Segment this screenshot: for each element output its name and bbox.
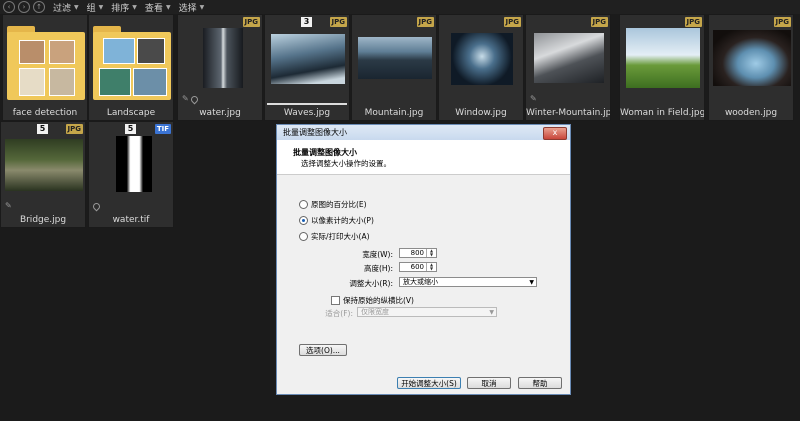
caret-down-icon: ▼ [98, 3, 104, 11]
rating-badge: 3 [301, 17, 312, 27]
up-icon[interactable]: ↑ [33, 1, 45, 13]
progress-bar [267, 103, 347, 105]
caret-down-icon: ▼ [199, 3, 205, 11]
menu-view[interactable]: 查看 ▼ [145, 1, 171, 14]
thumbnail-image [626, 28, 700, 88]
radio-pixels[interactable]: 以像素计的大小(P) [299, 215, 374, 226]
radio-selected-icon [299, 216, 308, 225]
image-item[interactable]: 3 JPG Waves.jpg [264, 14, 350, 121]
pencil-icon: ✎ [5, 201, 12, 210]
fit-select: 仅限宽度 ▼ [357, 307, 497, 317]
item-caption: Landscape [106, 108, 156, 118]
menu-filter[interactable]: 过滤 ▼ [53, 1, 79, 14]
file-type-badge: JPG [329, 17, 347, 27]
help-button[interactable]: 帮助 [518, 377, 562, 389]
item-caption: wooden.jpg [724, 108, 778, 118]
fit-label: 适合(F): [325, 309, 353, 318]
folder-item[interactable]: face detection [2, 14, 88, 121]
item-caption: Bridge.jpg [19, 215, 67, 225]
dialog-title: 批量调整图像大小 [277, 125, 570, 140]
image-item[interactable]: 5 JPG ✎ Bridge.jpg [0, 121, 86, 228]
radio-print[interactable]: 实际/打印大小(A) [299, 231, 370, 242]
file-type-badge: TIF [154, 124, 171, 134]
thumbnail-image [203, 28, 243, 88]
batch-resize-dialog: 批量调整图像大小 x 批量调整图像大小 选择调整大小操作的设置。 原图的百分比(… [276, 124, 571, 395]
menu-group[interactable]: 组 ▼ [87, 1, 104, 14]
item-caption: face detection [12, 108, 78, 118]
file-type-badge: JPG [684, 17, 702, 27]
radio-icon [299, 232, 308, 241]
radio-icon [299, 200, 308, 209]
thumbnail-image [5, 139, 83, 191]
image-item[interactable]: 5 TIF water.tif [88, 121, 174, 228]
item-caption: Window.jpg [455, 108, 507, 118]
image-item[interactable]: JPG Window.jpg [438, 14, 524, 121]
caret-down-icon: ▼ [165, 3, 171, 11]
item-caption: water.tif [112, 215, 150, 225]
thumbnail-image [713, 30, 791, 86]
item-caption: Waves.jpg [283, 108, 331, 118]
image-item[interactable]: JPG Mountain.jpg [351, 14, 437, 121]
checkbox-icon [331, 296, 340, 305]
cancel-button[interactable]: 取消 [467, 377, 511, 389]
dropdown-arrow-icon: ▼ [489, 309, 494, 316]
image-item[interactable]: JPG Woman in Field.jpg [619, 14, 705, 121]
thumbnail-image [271, 34, 345, 84]
radio-percent[interactable]: 原图的百分比(E) [299, 199, 367, 210]
width-spinbox[interactable]: 800 ▲ ▼ [399, 248, 437, 258]
file-type-badge: JPG [65, 124, 83, 134]
rating-badge: 5 [125, 124, 136, 134]
folder-icon [7, 26, 85, 100]
item-caption: water.jpg [199, 108, 241, 118]
file-type-badge: JPG [416, 17, 434, 27]
thumbnail-image [451, 33, 513, 85]
folder-item[interactable]: Landscape [88, 14, 174, 121]
location-pin-icon [91, 201, 102, 212]
close-button[interactable]: x [543, 127, 567, 140]
thumbnail-image [534, 33, 604, 83]
dialog-heading: 批量调整图像大小 [293, 148, 357, 157]
dialog-header: 批量调整图像大小 选择调整大小操作的设置。 [277, 140, 570, 175]
file-type-badge: JPG [503, 17, 521, 27]
back-icon[interactable]: ‹ [3, 1, 15, 13]
file-type-badge: JPG [242, 17, 260, 27]
image-item[interactable]: JPG ✎ water.jpg [177, 14, 263, 121]
caret-down-icon: ▼ [132, 3, 137, 11]
folder-icon [93, 26, 171, 100]
height-label: 高度(H): [363, 264, 393, 273]
thumbnail-image [116, 136, 152, 192]
item-caption: Woman in Field.jpg [620, 108, 704, 118]
menu-select[interactable]: 选择 ▼ [179, 1, 205, 14]
location-pin-icon [189, 94, 200, 105]
keep-ratio-checkbox[interactable]: 保持原始的纵横比(V) [331, 295, 414, 306]
image-item[interactable]: JPG ✎ Winter-Mountain.jpg [525, 14, 611, 121]
dialog-subheading: 选择调整大小操作的设置。 [301, 159, 391, 168]
thumbnail-image [358, 37, 432, 79]
item-caption: Winter-Mountain.jpg [526, 108, 610, 118]
spin-arrows-icon[interactable]: ▲ ▼ [426, 263, 436, 271]
file-type-badge: JPG [773, 17, 791, 27]
file-type-badge: JPG [590, 17, 608, 27]
menu-sort[interactable]: 排序 ▼ [111, 1, 137, 14]
caret-down-icon: ▼ [74, 3, 79, 11]
height-spinbox[interactable]: 600 ▲ ▼ [399, 262, 437, 272]
width-label: 宽度(W): [362, 250, 393, 259]
image-item[interactable]: JPG wooden.jpg [708, 14, 794, 121]
pencil-icon: ✎ [530, 94, 537, 103]
toolbar: ‹ › ↑ 过滤 ▼ 组 ▼ 排序 ▼ 查看 ▼ 选择 ▼ [0, 0, 800, 14]
resize-select[interactable]: 放大或缩小 ▼ [399, 277, 537, 287]
rating-badge: 5 [37, 124, 48, 134]
start-resize-button[interactable]: 开始调整大小(S) [397, 377, 461, 389]
dropdown-arrow-icon: ▼ [529, 279, 534, 286]
forward-icon[interactable]: › [18, 1, 30, 13]
spin-arrows-icon[interactable]: ▲ ▼ [426, 249, 436, 257]
resize-label: 调整大小(R): [349, 279, 393, 288]
pencil-icon: ✎ [182, 94, 189, 103]
options-button[interactable]: 选项(O)... [299, 344, 347, 356]
item-caption: Mountain.jpg [364, 108, 424, 118]
